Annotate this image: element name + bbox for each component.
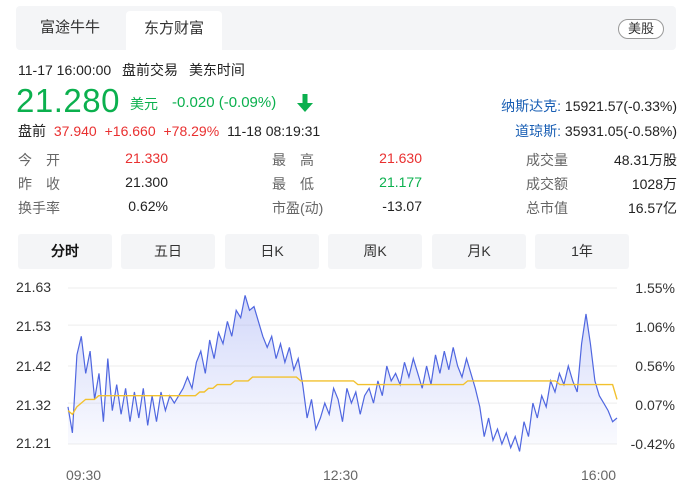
premarket-percent: +78.29% <box>163 123 220 139</box>
index-dow-name[interactable]: 道琼斯: <box>515 123 561 139</box>
y-pct-tick-label: -0.42% <box>630 436 675 452</box>
market-badge[interactable]: 美股 <box>617 19 664 39</box>
y-pct-tick-label: 1.06% <box>635 319 675 335</box>
source-tabbar: 富途牛牛 东方财富 美股 <box>16 6 676 50</box>
stat-low-value: 21.177 <box>379 174 422 190</box>
stat-low: 最 低 21.177 <box>272 174 422 194</box>
premarket-change: +16.660 <box>104 123 156 139</box>
stat-prev-close-value: 21.300 <box>125 174 168 190</box>
x-tick-label: 09:30 <box>66 467 102 483</box>
stat-open-value: 21.330 <box>125 150 168 166</box>
tab-five-day[interactable]: 五日 <box>121 234 215 269</box>
y-tick-label: 21.21 <box>16 435 52 451</box>
status-line: 11-17 16:00:00 盘前交易 美东时间 <box>18 60 252 80</box>
premarket-time: 11-18 08:19:31 <box>227 123 321 139</box>
y-tick-label: 21.42 <box>16 358 52 374</box>
premarket-row: 盘前 37.940 +16.660 +78.29% 11-18 08:19:31 <box>18 121 320 141</box>
y-pct-tick-label: 0.07% <box>635 397 675 413</box>
index-nasdaq[interactable]: 纳斯达克: 15921.57(-0.33%) <box>501 96 677 116</box>
tab-one-year[interactable]: 1年 <box>535 234 629 269</box>
stat-pe: 市盈(动) -13.07 <box>272 198 422 218</box>
intraday-chart[interactable]: 21.63 21.53 21.42 21.32 21.21 1.55% 1.06… <box>0 272 693 496</box>
status-datetime: 11-17 16:00:00 <box>18 62 112 78</box>
y-tick-label: 21.32 <box>16 397 52 413</box>
stat-turnover: 换手率 0.62% <box>18 198 168 218</box>
stat-volume-value: 48.31万股 <box>613 152 677 168</box>
price-change: -0.020 (-0.09%) <box>172 94 277 111</box>
stat-high: 最 高 21.630 <box>272 150 422 170</box>
stat-market-cap: 总市值 16.57亿 <box>526 198 677 218</box>
stat-amount-value: 1028万 <box>631 176 677 192</box>
y-tick-label: 21.53 <box>16 318 52 334</box>
stat-amount: 成交额 1028万 <box>526 174 677 194</box>
arrow-down-icon <box>297 94 313 112</box>
tab-daily-k[interactable]: 日K <box>225 234 319 269</box>
tab-intraday[interactable]: 分时 <box>18 234 112 269</box>
tab-weekly-k[interactable]: 周K <box>328 234 422 269</box>
premarket-price: 37.940 <box>53 123 97 139</box>
index-dow[interactable]: 道琼斯: 35931.05(-0.58%) <box>515 121 677 141</box>
price-area <box>68 295 617 452</box>
stat-volume: 成交量 48.31万股 <box>526 150 677 170</box>
stat-prev-close: 昨 收 21.300 <box>18 174 168 194</box>
tab-monthly-k[interactable]: 月K <box>432 234 526 269</box>
stat-open: 今 开 21.330 <box>18 150 168 170</box>
stat-market-cap-value: 16.57亿 <box>627 200 677 216</box>
premarket-label: 盘前 <box>18 123 46 139</box>
x-tick-label: 12:30 <box>323 467 359 483</box>
y-pct-tick-label: 1.55% <box>635 280 675 296</box>
tab-futu[interactable]: 富途牛牛 <box>20 6 120 50</box>
stat-high-value: 21.630 <box>379 150 422 166</box>
currency-label: 美元 <box>130 96 158 112</box>
status-session: 盘前交易 <box>122 62 179 78</box>
x-tick-label: 16:00 <box>581 467 617 483</box>
y-pct-tick-label: 0.56% <box>635 358 675 374</box>
y-tick-label: 21.63 <box>16 279 52 295</box>
intraday-chart-svg <box>67 287 618 452</box>
stat-pe-value: -13.07 <box>382 198 422 214</box>
period-tabs: 分时 五日 日K 周K 月K 1年 <box>18 234 638 269</box>
last-price: 21.280 <box>16 82 120 119</box>
index-dow-value: 35931.05(-0.58%) <box>564 123 677 139</box>
index-nasdaq-value: 15921.57(-0.33%) <box>564 98 677 114</box>
stat-turnover-value: 0.62% <box>128 198 168 214</box>
index-nasdaq-name[interactable]: 纳斯达克: <box>501 98 561 114</box>
tab-eastmoney[interactable]: 东方财富 <box>126 11 222 50</box>
status-timezone: 美东时间 <box>188 62 245 78</box>
